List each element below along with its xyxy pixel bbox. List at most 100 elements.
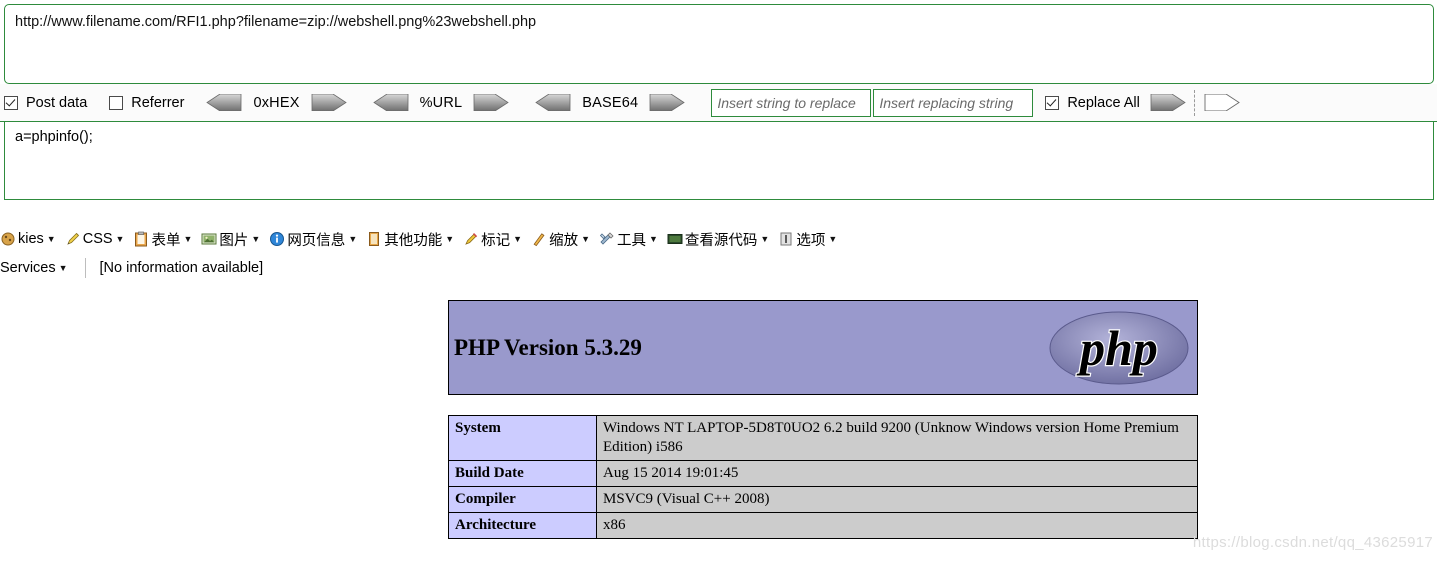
replace-all-label: Replace All: [1067, 94, 1140, 111]
ruler-icon: [533, 233, 545, 247]
menu-images[interactable]: 图片 ▼: [201, 229, 260, 250]
base64-encode-arrow-right-icon[interactable]: [649, 94, 686, 111]
svg-text:php: php: [1076, 320, 1158, 376]
table-row: Build Date Aug 15 2014 19:01:45: [448, 460, 1198, 487]
base64-decode-arrow-left-icon[interactable]: [535, 94, 571, 111]
replace-all-checkbox[interactable]: [1045, 95, 1060, 110]
menu-tools-label: 工具: [617, 232, 646, 249]
chevron-down-icon: ▼: [445, 233, 455, 244]
menu-options[interactable]: 选项 ▼: [778, 229, 837, 250]
menu-view-source[interactable]: 查看源代码 ▼: [667, 229, 769, 250]
toolbar-row-divider: [84, 258, 86, 278]
table-cell-key: Compiler: [448, 486, 597, 513]
replacement-string-input[interactable]: [873, 88, 1034, 117]
chevron-down-icon: ▼: [760, 233, 770, 244]
table-cell-value: MSVC9 (Visual C++ 2008): [596, 486, 1198, 513]
menu-view-source-label: 查看源代码: [684, 232, 758, 249]
menu-resize[interactable]: 缩放 ▼: [531, 229, 590, 250]
menu-misc[interactable]: 其他功能 ▼: [366, 229, 454, 250]
chevron-down-icon: ▼: [513, 233, 523, 244]
table-cell-value: Aug 15 2014 19:01:45: [596, 460, 1198, 487]
table-cell-key: Architecture: [448, 512, 597, 539]
menu-page-info-label: 网页信息: [287, 232, 346, 249]
chevron-down-icon: ▼: [58, 262, 68, 273]
hackbar-toolbar: Post data Referrer 0xHEX %URL BASE64 Ins…: [0, 84, 1437, 122]
post-data-label: Post data: [26, 94, 88, 111]
options-icon: [780, 232, 792, 246]
watermark-text: https://blog.csdn.net/qq_43625917: [1192, 534, 1433, 551]
table-row: Compiler MSVC9 (Visual C++ 2008): [448, 486, 1198, 513]
menu-forms-label: 表单: [151, 232, 181, 249]
table-cell-key: System: [448, 415, 597, 461]
info-icon: [270, 232, 285, 246]
phpinfo-output: PHP Version 5.3.29 php System Windows NT…: [448, 300, 1198, 539]
menu-cookies-label: kies: [18, 231, 44, 247]
url-encoder-group: %URL: [372, 94, 510, 111]
php-logo-icon: php: [1049, 311, 1189, 384]
screen-icon: [667, 234, 683, 244]
toolbar-divider: [1193, 89, 1196, 116]
image-icon: [201, 233, 217, 245]
menu-services[interactable]: Services ▼: [0, 260, 68, 276]
table-cell-key: Build Date: [448, 460, 597, 487]
url-encode-arrow-right-icon[interactable]: [473, 94, 510, 111]
menu-forms[interactable]: 表单 ▼: [133, 229, 192, 250]
menu-options-label: 选项: [796, 232, 826, 249]
url-input[interactable]: http://www.filename.com/RFI1.php?filenam…: [4, 4, 1434, 84]
post-data-textarea[interactable]: a=phpinfo();: [4, 122, 1434, 200]
chevron-down-icon: ▼: [828, 233, 838, 244]
webdev-toolbar-row-2: Services ▼ [No information available]: [0, 254, 1437, 282]
hex-decode-arrow-left-icon[interactable]: [206, 94, 242, 111]
chevron-down-icon: ▼: [581, 233, 590, 244]
webdev-toolbar-row-1: kies ▼ CSS ▼ 表单 ▼ 图片 ▼ 网页信息 ▼ 其他功能 ▼ 标记 …: [0, 226, 1437, 252]
menu-resize-label: 缩放: [549, 232, 579, 249]
replace-all-checkbox-group[interactable]: Replace All: [1045, 95, 1140, 111]
menu-outline-label: 标记: [481, 232, 511, 249]
phpinfo-table-body: System Windows NT LAPTOP-5D8T0UO2 6.2 bu…: [448, 415, 1198, 539]
menu-images-label: 图片: [219, 232, 249, 249]
hex-encoder-label: 0xHEX: [253, 94, 300, 111]
chevron-down-icon: ▼: [183, 233, 193, 244]
menu-page-info[interactable]: 网页信息 ▼: [269, 229, 357, 250]
menu-css[interactable]: CSS ▼: [65, 231, 125, 247]
phpinfo-table: System Windows NT LAPTOP-5D8T0UO2 6.2 bu…: [448, 415, 1198, 539]
hex-encode-arrow-right-icon[interactable]: [311, 94, 347, 111]
execute-arrow-icon[interactable]: [1204, 94, 1240, 111]
post-data-checkbox-group[interactable]: Post data: [4, 95, 87, 111]
menu-outline[interactable]: 标记 ▼: [463, 229, 522, 250]
table-row: System Windows NT LAPTOP-5D8T0UO2 6.2 bu…: [448, 415, 1198, 461]
status-text: [No information available]: [99, 260, 264, 276]
menu-tools[interactable]: 工具 ▼: [599, 229, 658, 250]
menu-cookies[interactable]: kies ▼: [0, 231, 56, 247]
chevron-down-icon: ▼: [348, 233, 358, 244]
referrer-checkbox-group[interactable]: Referrer: [109, 95, 184, 111]
menu-misc-label: 其他功能: [384, 232, 443, 249]
cookie-icon: [1, 232, 15, 246]
table-row: Architecture x86: [448, 512, 1198, 539]
base64-encoder-group: BASE64: [535, 94, 686, 111]
highlighter-icon: [465, 233, 478, 245]
chevron-down-icon: ▼: [649, 233, 658, 244]
post-data-checkbox[interactable]: [4, 95, 18, 110]
php-banner: PHP Version 5.3.29 php: [448, 300, 1198, 395]
referrer-label: Referrer: [131, 94, 185, 111]
search-string-input[interactable]: [711, 88, 872, 117]
hackbar-panel: http://www.filename.com/RFI1.php?filenam…: [0, 0, 1437, 200]
tools-icon: [599, 232, 614, 245]
book-icon: [369, 232, 380, 246]
base64-encoder-label: BASE64: [582, 94, 639, 111]
replace-apply-arrow-icon[interactable]: [1150, 94, 1186, 111]
chevron-down-icon: ▼: [251, 233, 261, 244]
menu-services-label: Services: [0, 260, 56, 276]
php-version-text: PHP Version 5.3.29: [454, 334, 642, 360]
hex-encoder-group: 0xHEX: [206, 94, 347, 111]
chevron-down-icon: ▼: [115, 233, 125, 244]
url-decode-arrow-left-icon[interactable]: [372, 94, 409, 111]
table-cell-value: Windows NT LAPTOP-5D8T0UO2 6.2 build 920…: [596, 415, 1198, 461]
url-encoder-label: %URL: [419, 94, 463, 111]
referrer-checkbox[interactable]: [109, 95, 124, 110]
menu-css-label: CSS: [82, 231, 113, 247]
clipboard-icon: [135, 231, 148, 247]
pencil-icon: [66, 232, 79, 245]
table-cell-value: x86: [596, 512, 1198, 539]
